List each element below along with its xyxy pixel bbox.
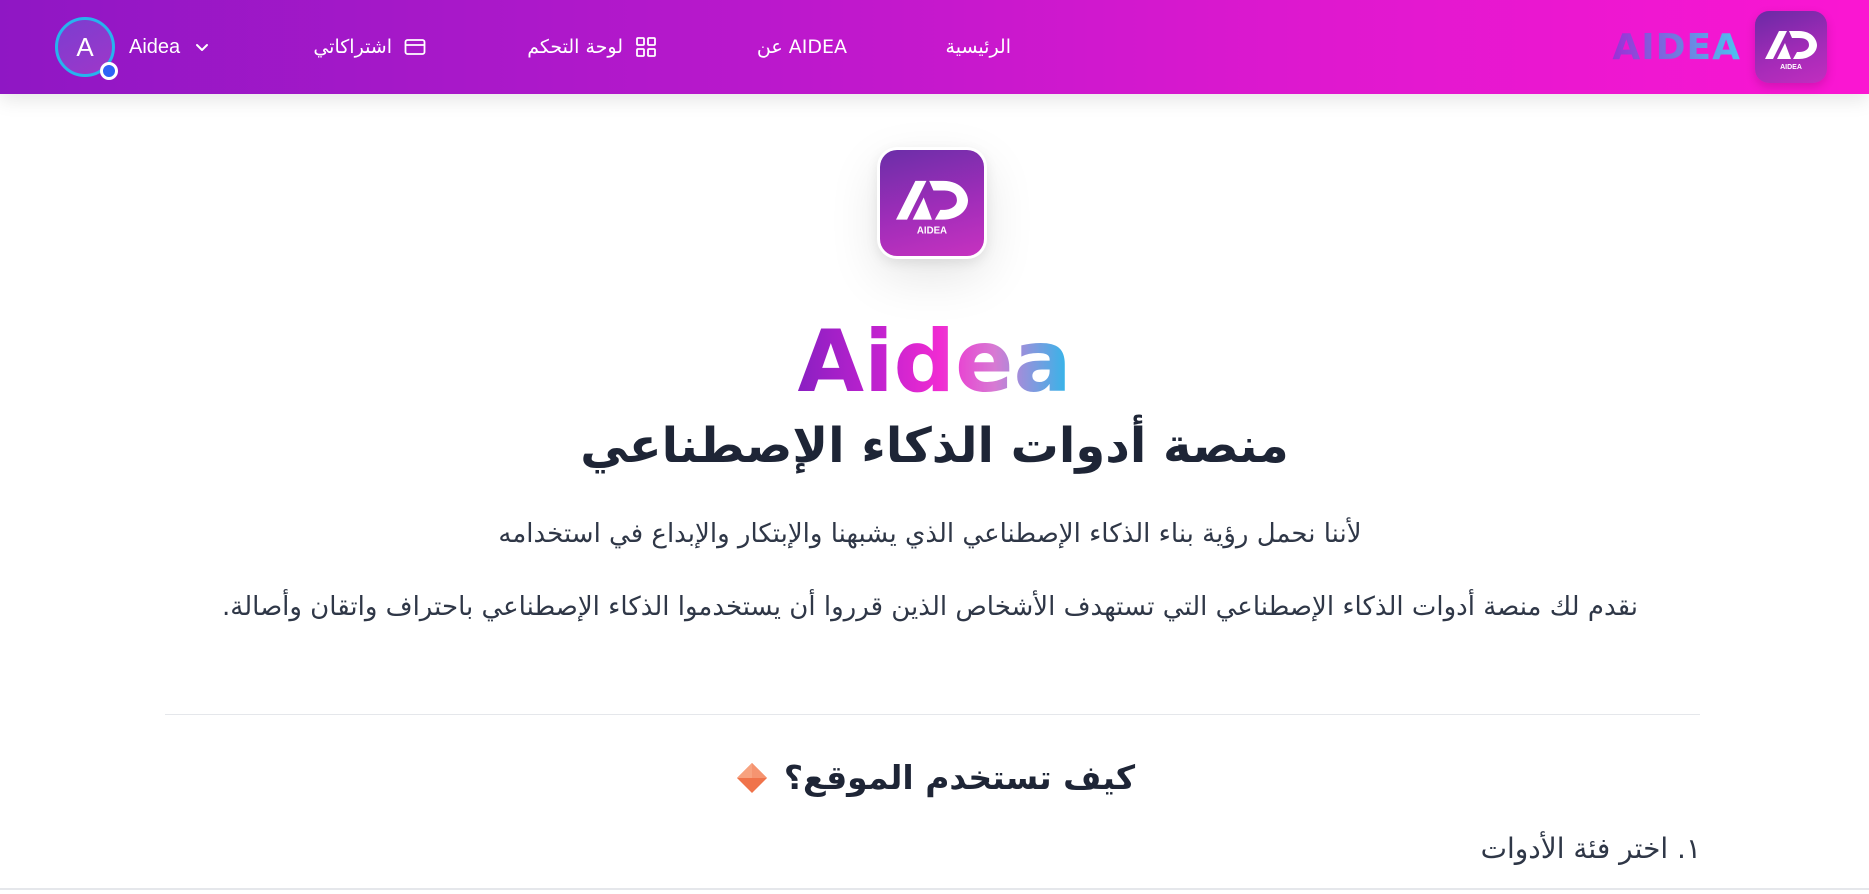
section-divider: [165, 714, 1700, 715]
nav-dashboard-link[interactable]: لوحة التحكم: [527, 30, 657, 64]
nav-home-link[interactable]: الرئيسية: [946, 30, 1011, 64]
hero-title: Aidea: [0, 312, 1869, 412]
nav-about-label: عن AIDEA: [756, 36, 847, 58]
nav-subscriptions-label: اشتراكاتي: [313, 36, 392, 58]
hero-subtitle: منصة أدوات الذكاء الإصطناعي: [580, 418, 1289, 474]
nav-about-link[interactable]: عن AIDEA: [757, 30, 847, 64]
hero-title-text: Aidea: [797, 312, 1072, 412]
aidea-logo-icon: AIDEA: [896, 180, 968, 236]
how-to-heading: كيف تستخدم الموقع؟: [0, 750, 1869, 806]
logo-caption: AIDEA: [1780, 64, 1802, 71]
nav-home-label: الرئيسية: [945, 36, 1011, 58]
nav-subscriptions-link[interactable]: اشتراكاتي: [313, 30, 426, 64]
nav-dashboard-label: لوحة التحكم: [527, 36, 623, 58]
hero-description-2: نقدم لك منصة أدوات الذكاء الإصطناعي التي…: [222, 592, 1638, 622]
brand-logo: AIDEA: [1755, 11, 1827, 83]
user-name: Aidea: [129, 35, 181, 58]
step-1-text: ١. اختر فئة الأدوات: [1480, 832, 1701, 865]
online-status-dot: [100, 62, 118, 80]
brand[interactable]: AIDEA AIDEA: [1612, 10, 1827, 84]
how-to-title: كيف تستخدم الموقع؟: [783, 758, 1136, 797]
hero-logo: AIDEA: [877, 147, 987, 259]
hero-logo-caption: AIDEA: [917, 225, 947, 236]
hero-description-1: لأننا نحمل رؤية بناء الذكاء الإصطناعي ال…: [498, 519, 1362, 549]
brand-text: AIDEA: [1612, 26, 1741, 68]
chevron-down-icon[interactable]: [194, 39, 210, 55]
bottom-divider: [0, 888, 1869, 890]
orange-diamond-icon: [736, 763, 767, 793]
hero-logo-badge: AIDEA: [880, 150, 984, 256]
top-navbar: AIDEA AIDEA الرئيسية عن AIDEA لوحة التحك…: [0, 0, 1869, 94]
credit-card-icon: [404, 39, 426, 55]
avatar-letter: A: [76, 31, 94, 62]
grid-icon: [636, 37, 656, 57]
user-menu[interactable]: A Aidea: [55, 16, 210, 80]
avatar[interactable]: A: [55, 17, 118, 80]
aidea-logo-icon: AIDEA: [1765, 31, 1817, 71]
